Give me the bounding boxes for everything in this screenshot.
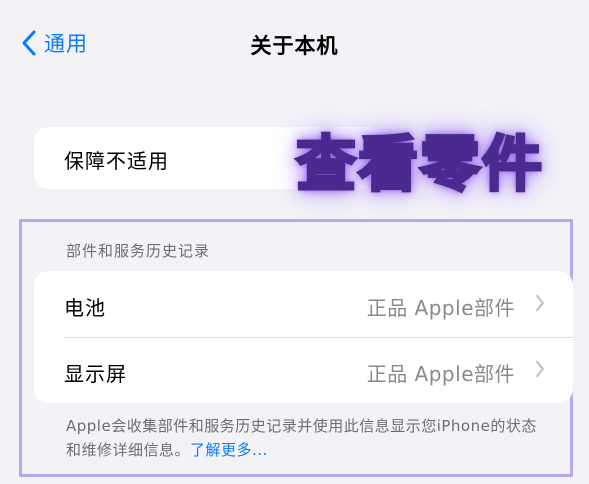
learn-more-link[interactable]: 了解更多... [190, 441, 268, 459]
section-footer: Apple会收集部件和服务历史记录并使用此信息显示您iPhone的状态和维修详细… [66, 414, 546, 462]
row-label: 电池 [64, 296, 106, 320]
list-item-battery[interactable]: 电池 正品 Apple部件 [34, 271, 573, 338]
navigation-bar: 通用 关于本机 [0, 0, 589, 90]
row-value: 正品 Apple部件 [366, 362, 515, 386]
parts-history-list: 电池 正品 Apple部件 显示屏 正品 Apple部件 [34, 271, 573, 403]
chevron-right-icon [535, 294, 545, 316]
list-item-display[interactable]: 显示屏 正品 Apple部件 [34, 337, 573, 403]
overlay-caption: 查看零件 [295, 129, 544, 202]
chevron-right-icon [535, 360, 545, 382]
page-title: 关于本机 [250, 34, 339, 58]
warranty-label: 保障不适用 [64, 149, 169, 173]
footer-description: Apple会收集部件和服务历史记录并使用此信息显示您iPhone的状态和维修详细… [66, 417, 537, 459]
section-header: 部件和服务历史记录 [66, 242, 211, 260]
row-value: 正品 Apple部件 [366, 296, 515, 320]
about-device-screen: 通用 关于本机 保障不适用 查看零件 部件和服务历史记录 电池 正品 Apple… [0, 0, 589, 484]
row-label: 显示屏 [64, 362, 127, 386]
